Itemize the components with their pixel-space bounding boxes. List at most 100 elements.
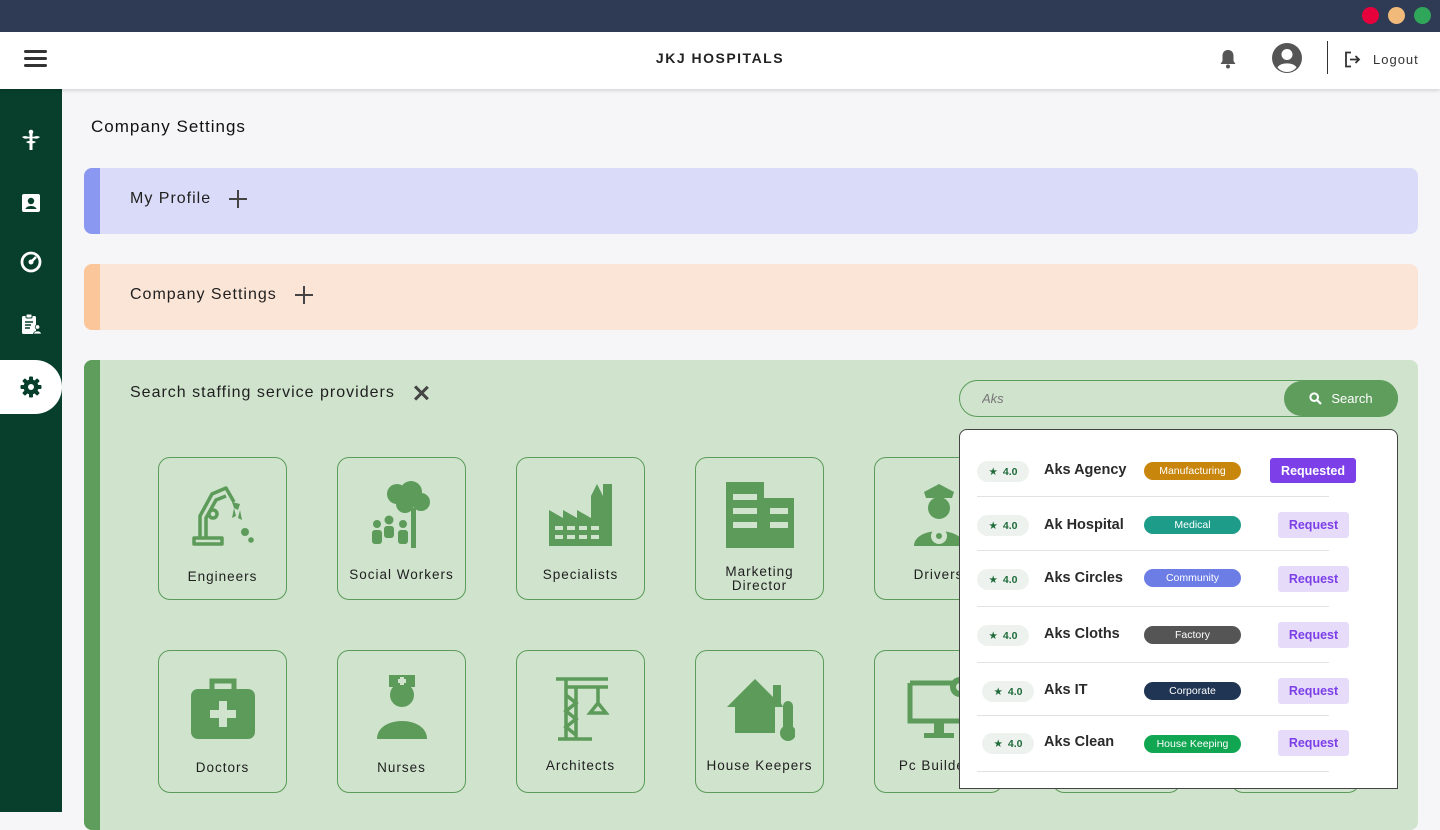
window-titlebar [0,0,1440,32]
sidebar [0,89,62,812]
logout-button[interactable]: Logout [1344,48,1419,70]
result-row[interactable]: ★ 4.0 Aks IT Corporate Request [977,676,1349,716]
provider-name: Aks Circles [1044,570,1123,586]
people-tree-icon [371,481,430,548]
category-label: Engineers [187,569,258,584]
category-tile-social-workers[interactable]: Social Workers [337,457,466,600]
category-label: Architects [545,758,616,773]
category-label: Marketing Director [725,564,794,593]
rating-badge: ★ 4.0 [977,461,1029,482]
request-button[interactable]: Request [1278,512,1349,538]
category-label: Nurses [377,760,426,775]
provider-name: Aks IT [1044,682,1088,698]
star-icon: ★ [988,573,998,586]
company-settings-header[interactable]: Company Settings [130,286,313,304]
sidebar-item-hospital[interactable] [0,113,62,167]
category-tag: Manufacturing [1144,462,1241,480]
provider-name: Ak Hospital [1044,517,1124,533]
category-label: Social Workers [349,567,454,582]
category-tag: Factory [1144,626,1241,644]
rating-badge: ★ 4.0 [982,733,1034,754]
window-close-button[interactable] [1362,7,1379,24]
provider-search-box: Search [959,380,1398,417]
star-icon: ★ [993,737,1003,750]
star-icon: ★ [988,629,998,642]
close-icon[interactable] [413,385,429,401]
category-tile-engineers[interactable]: Engineers [158,457,287,600]
rating-badge: ★ 4.0 [982,681,1034,702]
result-row[interactable]: ★ 4.0 Aks Clean House Keeping Request [977,729,1349,774]
my-profile-header[interactable]: My Profile [130,190,248,208]
hospital-icon [22,129,40,150]
requested-button[interactable]: Requested [1270,458,1356,483]
medical-kit-icon [190,678,255,739]
search-results-dropdown: ★ 4.0 Aks Agency Manufacturing Requested … [959,429,1398,789]
category-label: Specialists [542,567,619,582]
factory-icon [548,484,612,546]
rating-badge: ★ 4.0 [977,515,1029,536]
sidebar-item-profile[interactable] [0,176,62,230]
request-button[interactable]: Request [1278,678,1349,704]
menu-toggle-button[interactable] [24,50,47,68]
provider-name: Aks Clean [1044,734,1115,750]
category-tile-marketing-director[interactable]: Marketing Director [695,457,824,600]
star-icon: ★ [988,465,998,478]
category-tile-house-keepers[interactable]: House Keepers [695,650,824,793]
user-avatar-icon[interactable] [1271,42,1303,74]
window-maximize-button[interactable] [1414,7,1431,24]
request-button[interactable]: Request [1278,622,1349,648]
rating-badge: ★ 4.0 [977,625,1029,646]
search-staffing-title: Search staffing service providers [130,384,395,401]
star-icon: ★ [988,519,998,532]
category-tile-specialists[interactable]: Specialists [516,457,645,600]
settings-icon [20,376,42,398]
expand-plus-icon[interactable] [229,190,248,208]
category-label: Doctors [195,760,250,775]
dashboard-gauge-icon [20,251,42,273]
search-staffing-header: Search staffing service providers [130,384,429,402]
house-thermometer-icon [726,679,795,741]
page-title: Company Settings [91,117,246,136]
category-tag: House Keeping [1144,735,1241,753]
office-building-icon [725,482,794,548]
provider-name: Aks Cloths [1044,626,1120,642]
category-tag: Community [1144,569,1241,587]
expand-plus-icon[interactable] [294,286,313,304]
category-tag: Medical [1144,516,1241,534]
category-tile-architects[interactable]: Architects [516,650,645,793]
rating-badge: ★ 4.0 [977,569,1029,590]
profile-card-icon [22,194,40,212]
logout-icon [1345,51,1361,67]
my-profile-panel: My Profile [84,168,1418,234]
result-row[interactable]: ★ 4.0 Aks Circles Community Request [977,564,1349,607]
nurse-icon [376,675,427,739]
bell-icon[interactable] [1218,48,1238,70]
category-tile-doctors[interactable]: Doctors [158,650,287,793]
sidebar-item-clipboard[interactable] [0,297,62,351]
my-profile-title: My Profile [130,190,212,207]
star-icon: ★ [993,685,1003,698]
crane-icon [555,677,610,741]
provider-search-input[interactable] [960,381,1280,416]
result-row[interactable]: ★ 4.0 Ak Hospital Medical Request [977,510,1349,551]
clipboard-users-icon [22,313,42,335]
request-button[interactable]: Request [1278,566,1349,592]
window-minimize-button[interactable] [1388,7,1405,24]
robot-arm-icon [191,486,254,546]
search-icon [1309,392,1323,405]
company-settings-panel: Company Settings [84,264,1418,330]
result-row[interactable]: ★ 4.0 Aks Agency Manufacturing Requested [977,457,1356,497]
top-navbar: JKJ HOSPITALS Logout [0,32,1440,89]
search-button[interactable]: Search [1284,381,1398,416]
category-label: House Keepers [706,758,813,773]
provider-name: Aks Agency [1044,462,1127,478]
sidebar-item-dashboard[interactable] [0,235,62,289]
request-button[interactable]: Request [1278,730,1349,756]
category-tile-nurses[interactable]: Nurses [337,650,466,793]
hamburger-icon [24,50,47,53]
logout-label: Logout [1373,51,1419,67]
sidebar-item-settings[interactable] [0,360,62,414]
header-divider [1327,41,1328,74]
category-tag: Corporate [1144,682,1241,700]
result-row[interactable]: ★ 4.0 Aks Cloths Factory Request [977,620,1349,663]
